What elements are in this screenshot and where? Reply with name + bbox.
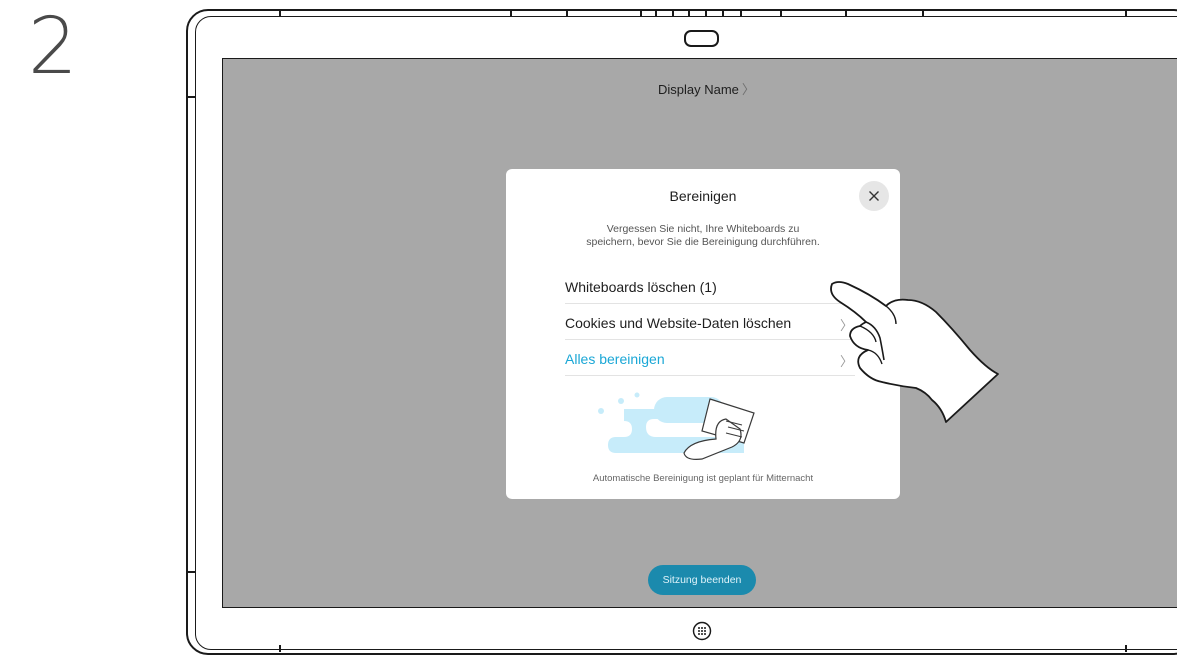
menu-item-label: Alles bereinigen <box>565 350 665 367</box>
bezel-mark <box>279 645 281 652</box>
bezel-mark <box>1125 645 1127 652</box>
chevron-right-icon: 〉 <box>741 82 755 97</box>
bezel-mark <box>510 9 512 16</box>
bezel-mark <box>640 9 642 16</box>
bezel-mark <box>780 9 782 16</box>
bezel-mark <box>705 9 707 16</box>
camera-icon <box>684 30 719 47</box>
dialog-title: Bereinigen <box>669 188 737 204</box>
home-grid-icon[interactable] <box>692 621 712 641</box>
delete-cookies-item[interactable]: Cookies und Website-Daten löschen 〉 <box>565 306 855 340</box>
close-button[interactable] <box>859 181 889 211</box>
bezel-mark <box>722 9 724 16</box>
auto-cleanup-note: Automatische Bereinigung ist geplant für… <box>592 473 814 484</box>
bezel-mark <box>186 571 195 573</box>
menu-item-label: Whiteboards löschen (1) <box>565 278 717 295</box>
bezel-mark <box>1125 9 1127 16</box>
wipe-illustration <box>598 392 755 460</box>
close-icon <box>869 191 879 201</box>
delete-whiteboards-item[interactable]: Whiteboards löschen (1) <box>565 270 855 304</box>
step-number: 2 <box>28 2 78 92</box>
bezel-mark <box>740 9 742 16</box>
dialog-description: Vergessen Sie nicht, Ihre Whiteboards zu… <box>586 223 820 248</box>
bezel-mark <box>845 9 847 16</box>
hand-pointer-icon <box>830 281 999 423</box>
display-name-link[interactable]: Display Name 〉 <box>658 79 755 98</box>
bezel-mark <box>566 9 568 16</box>
bezel-mark <box>186 96 195 98</box>
end-session-button[interactable]: Sitzung beenden <box>648 565 756 595</box>
bezel-mark <box>655 9 657 16</box>
bezel-mark <box>922 9 924 16</box>
display-name-label: Display Name <box>658 82 739 97</box>
bezel-mark <box>688 9 690 16</box>
bezel-mark <box>672 9 674 16</box>
menu-item-label: Cookies und Website-Daten löschen <box>565 314 792 331</box>
clean-all-item[interactable]: Alles bereinigen 〉 <box>565 342 855 376</box>
bezel-mark <box>279 9 281 16</box>
